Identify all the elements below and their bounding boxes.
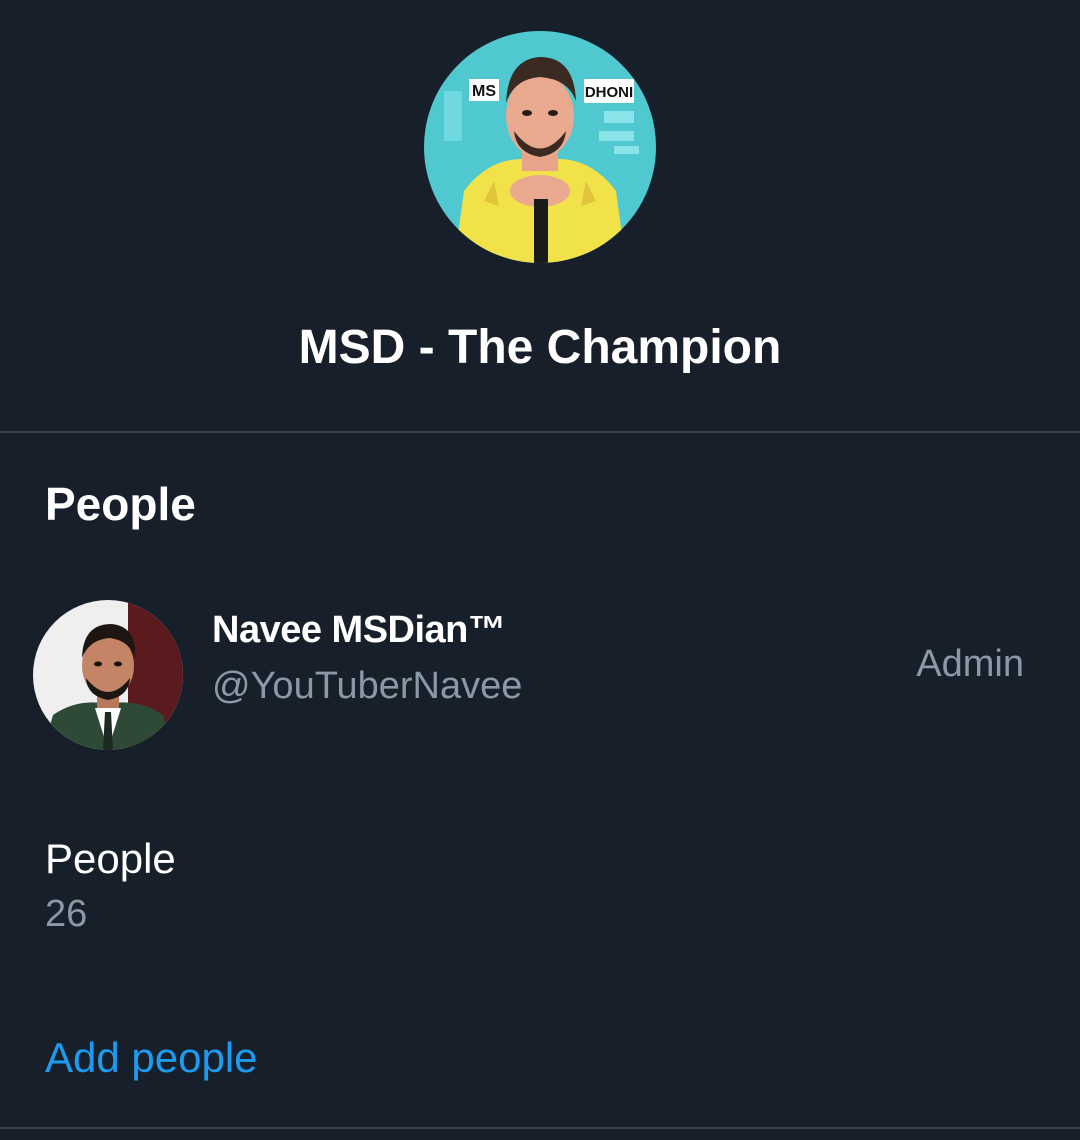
- avatar-label-right: DHONI: [585, 84, 633, 101]
- group-avatar-illustration: MS DHONI: [424, 31, 656, 263]
- divider: [0, 431, 1080, 433]
- group-title: MSD - The Champion: [298, 321, 782, 374]
- people-count-label: People: [45, 835, 176, 882]
- member-avatar-illustration: [33, 600, 183, 750]
- people-section-title: People: [45, 478, 196, 530]
- divider: [0, 1127, 1080, 1129]
- add-people-link[interactable]: Add people: [45, 1031, 258, 1085]
- member-avatar[interactable]: [33, 600, 183, 750]
- member-row[interactable]: Navee MSDian™ @YouTuberNavee Admin: [0, 590, 1080, 760]
- group-avatar[interactable]: MS DHONI: [424, 31, 656, 263]
- avatar-label-left: MS: [472, 83, 496, 100]
- member-role-badge: Admin: [916, 643, 1024, 685]
- member-handle: @YouTuberNavee: [212, 665, 523, 707]
- people-count-value: 26: [45, 893, 88, 935]
- member-name: Navee MSDian™: [212, 609, 506, 651]
